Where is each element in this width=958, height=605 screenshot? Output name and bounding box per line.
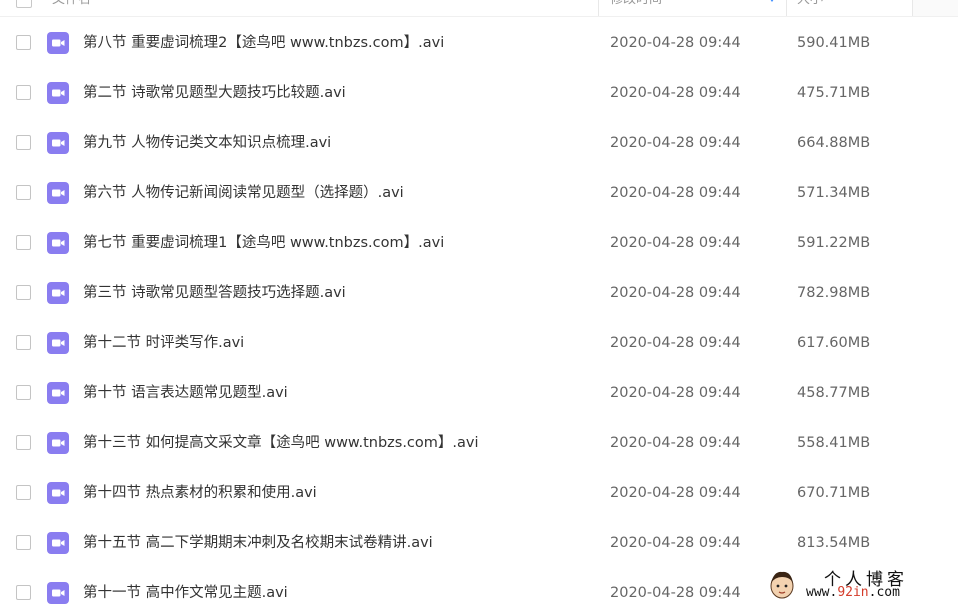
- file-size: 813.54MB: [797, 535, 871, 551]
- video-file-icon[interactable]: [47, 282, 69, 304]
- row-checkbox[interactable]: [16, 535, 31, 550]
- file-size: 670.71MB: [797, 485, 871, 501]
- file-size: 617.60MB: [797, 335, 871, 351]
- file-modified-time: 2020-04-28 09:44: [610, 285, 741, 301]
- file-modified-time: 2020-04-28 09:44: [610, 535, 741, 551]
- sort-caret-icon[interactable]: [768, 0, 776, 2]
- column-header-size[interactable]: 大小: [797, 0, 823, 16]
- file-name[interactable]: 第八节 重要虚词梳理2【途鸟吧 www.tnbzs.com】.avi: [83, 18, 444, 68]
- file-modified-time: 2020-04-28 09:44: [610, 585, 741, 601]
- video-file-icon[interactable]: [47, 32, 69, 54]
- file-row[interactable]: 第十二节 时评类写作.avi 2020-04-28 09:44 617.60MB: [0, 318, 958, 368]
- row-checkbox[interactable]: [16, 435, 31, 450]
- file-row[interactable]: 第十节 语言表达题常见题型.avi 2020-04-28 09:44 458.77M…: [0, 368, 958, 418]
- file-size: 664.88MB: [797, 135, 871, 151]
- file-modified-time: 2020-04-28 09:44: [610, 435, 741, 451]
- file-modified-time: 2020-04-28 09:44: [610, 185, 741, 201]
- row-checkbox[interactable]: [16, 235, 31, 250]
- column-divider[interactable]: [598, 0, 599, 16]
- file-name[interactable]: 第十三节 如何提高文采文章【途鸟吧 www.tnbzs.com】.avi: [83, 418, 479, 468]
- file-name[interactable]: 第六节 人物传记新闻阅读常见题型（选择题）.avi: [83, 168, 404, 218]
- file-name[interactable]: 第十四节 热点素材的积累和使用.avi: [83, 468, 317, 518]
- file-name[interactable]: 第十节 语言表达题常见题型.avi: [83, 368, 288, 418]
- watermark-url-suffix: .com: [868, 585, 900, 600]
- video-file-icon[interactable]: [47, 332, 69, 354]
- watermark-url-highlight: 92in: [837, 585, 869, 600]
- column-header-modified[interactable]: 修改时间: [610, 0, 662, 16]
- file-row[interactable]: 第八节 重要虚词梳理2【途鸟吧 www.tnbzs.com】.avi 2020-0…: [0, 18, 958, 68]
- file-list-view: 文件名 修改时间 大小 第八节 重要虚词梳理2【途鸟吧 www.tnbzs.co…: [0, 0, 958, 605]
- file-modified-time: 2020-04-28 09:44: [610, 335, 741, 351]
- watermark: 个人博客 www.92in.com: [762, 565, 958, 605]
- file-row[interactable]: 第三节 诗歌常见题型答题技巧选择题.avi 2020-04-28 09:44 782…: [0, 268, 958, 318]
- file-name[interactable]: 第十五节 高二下学期期末冲刺及名校期末试卷精讲.avi: [83, 518, 433, 568]
- file-row[interactable]: 第九节 人物传记类文本知识点梳理.avi 2020-04-28 09:44 664.…: [0, 118, 958, 168]
- row-checkbox[interactable]: [16, 335, 31, 350]
- file-name[interactable]: 第十二节 时评类写作.avi: [83, 318, 244, 368]
- file-name[interactable]: 第十一节 高中作文常见主题.avi: [83, 568, 288, 605]
- row-checkbox[interactable]: [16, 85, 31, 100]
- row-checkbox[interactable]: [16, 35, 31, 50]
- column-settings-area[interactable]: [912, 0, 958, 16]
- video-file-icon[interactable]: [47, 82, 69, 104]
- video-file-icon[interactable]: [47, 482, 69, 504]
- video-file-icon[interactable]: [47, 532, 69, 554]
- file-size: 591.22MB: [797, 235, 871, 251]
- file-row[interactable]: 第十四节 热点素材的积累和使用.avi 2020-04-28 09:44 670.7…: [0, 468, 958, 518]
- file-size: 782.98MB: [797, 285, 871, 301]
- file-name[interactable]: 第七节 重要虚词梳理1【途鸟吧 www.tnbzs.com】.avi: [83, 218, 444, 268]
- watermark-url: www.92in.com: [806, 585, 900, 600]
- column-divider[interactable]: [786, 0, 787, 16]
- video-file-icon[interactable]: [47, 432, 69, 454]
- file-name[interactable]: 第九节 人物传记类文本知识点梳理.avi: [83, 118, 331, 168]
- column-header-name[interactable]: 文件名: [52, 0, 91, 16]
- row-checkbox[interactable]: [16, 285, 31, 300]
- file-modified-time: 2020-04-28 09:44: [610, 35, 741, 51]
- file-modified-time: 2020-04-28 09:44: [610, 385, 741, 401]
- video-file-icon[interactable]: [47, 382, 69, 404]
- file-name[interactable]: 第三节 诗歌常见题型答题技巧选择题.avi: [83, 268, 346, 318]
- file-size: 475.71MB: [797, 85, 871, 101]
- video-file-icon[interactable]: [47, 582, 69, 604]
- row-checkbox[interactable]: [16, 585, 31, 600]
- file-modified-time: 2020-04-28 09:44: [610, 485, 741, 501]
- file-modified-time: 2020-04-28 09:44: [610, 85, 741, 101]
- file-modified-time: 2020-04-28 09:44: [610, 235, 741, 251]
- row-checkbox[interactable]: [16, 385, 31, 400]
- file-size: 571.34MB: [797, 185, 871, 201]
- file-size: 590.41MB: [797, 35, 871, 51]
- file-size: 458.77MB: [797, 385, 871, 401]
- video-file-icon[interactable]: [47, 232, 69, 254]
- file-name[interactable]: 第二节 诗歌常见题型大题技巧比较题.avi: [83, 68, 346, 118]
- file-row[interactable]: 第十五节 高二下学期期末冲刺及名校期末试卷精讲.avi 2020-04-28 09…: [0, 518, 958, 568]
- avatar-logo-icon: [770, 571, 794, 599]
- select-all-checkbox[interactable]: [16, 0, 32, 8]
- file-list-header: 文件名 修改时间 大小: [0, 0, 958, 17]
- watermark-url-prefix: www.: [806, 585, 838, 600]
- file-row[interactable]: 第七节 重要虚词梳理1【途鸟吧 www.tnbzs.com】.avi 2020-0…: [0, 218, 958, 268]
- file-row[interactable]: 第十三节 如何提高文采文章【途鸟吧 www.tnbzs.com】.avi 2020…: [0, 418, 958, 468]
- row-checkbox[interactable]: [16, 185, 31, 200]
- file-row[interactable]: 第二节 诗歌常见题型大题技巧比较题.avi 2020-04-28 09:44 475…: [0, 68, 958, 118]
- row-checkbox[interactable]: [16, 485, 31, 500]
- file-size: 558.41MB: [797, 435, 871, 451]
- file-modified-time: 2020-04-28 09:44: [610, 135, 741, 151]
- file-row[interactable]: 第六节 人物传记新闻阅读常见题型（选择题）.avi 2020-04-28 09:4…: [0, 168, 958, 218]
- video-file-icon[interactable]: [47, 132, 69, 154]
- row-checkbox[interactable]: [16, 135, 31, 150]
- video-file-icon[interactable]: [47, 182, 69, 204]
